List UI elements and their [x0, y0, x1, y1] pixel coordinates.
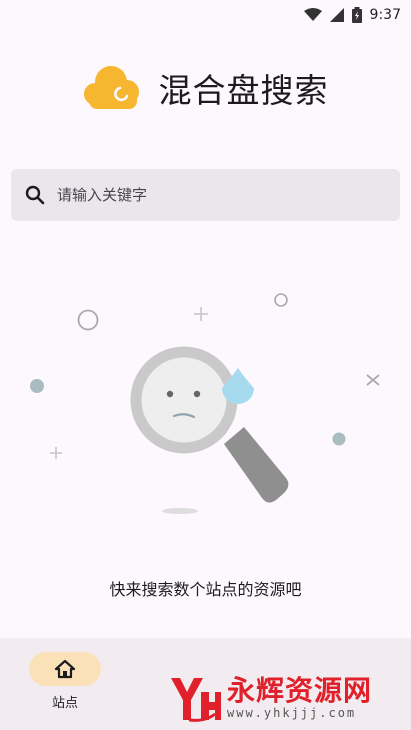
- nav-item-sites[interactable]: 站点: [5, 652, 125, 711]
- nav-pill-active[interactable]: [29, 652, 101, 686]
- sad-magnifier-illustration: [30, 293, 380, 514]
- search-bar[interactable]: [11, 169, 400, 221]
- search-input[interactable]: [55, 185, 359, 205]
- status-icons: 9:37: [303, 4, 401, 26]
- nav-label-sites: 站点: [51, 696, 78, 711]
- battery-icon: [351, 7, 362, 23]
- status-bar: 9:37: [0, 0, 411, 30]
- app-header: 混合盘搜索: [0, 62, 411, 114]
- wifi-icon: [303, 8, 322, 22]
- watermark: 永辉资源网 www.yhkjjj.com: [165, 670, 372, 726]
- watermark-url: www.yhkjjj.com: [227, 706, 357, 720]
- home-icon: [54, 659, 76, 679]
- cloud-logo-icon: [83, 62, 141, 114]
- app-title: 混合盘搜索: [158, 71, 329, 110]
- cell-signal-icon: [329, 8, 344, 22]
- search-icon: [25, 185, 45, 205]
- watermark-logo-icon: [171, 678, 221, 722]
- status-time: 9:37: [369, 7, 401, 23]
- watermark-text: 永辉资源网: [227, 674, 373, 707]
- empty-state-message: 快来搜索数个站点的资源吧: [109, 580, 302, 599]
